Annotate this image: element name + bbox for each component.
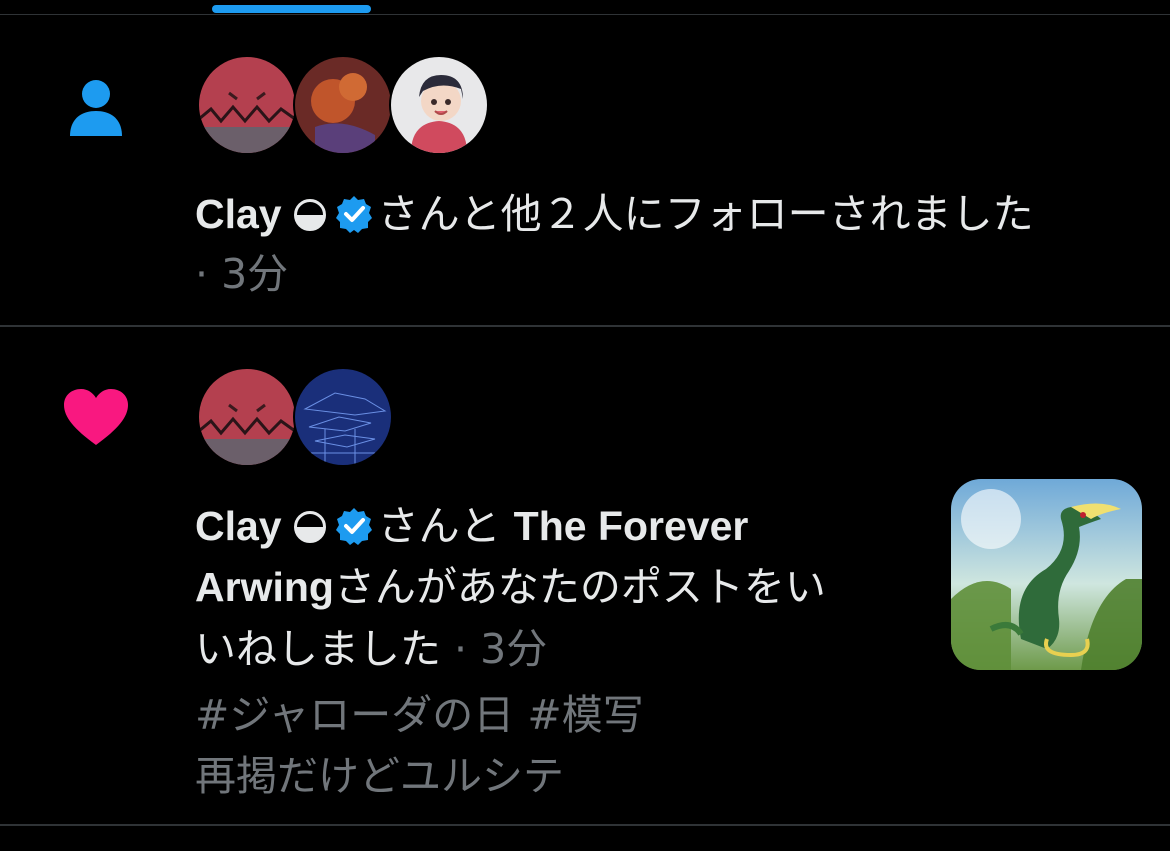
divider [0,824,1170,826]
notification-message: いねしました [195,625,441,673]
avatar[interactable] [197,367,297,467]
avatar-group [197,55,497,155]
post-text: 再掲だけどユルシテ [195,752,564,800]
verified-badge-icon [335,508,372,545]
notification-text: いねしました · 3分 [195,618,547,680]
actor-name[interactable]: Clay [195,503,282,549]
verified-badge-icon [335,196,372,233]
active-tab-indicator [212,5,371,13]
notification-text: Clay さんと他２人にフォローされました [195,183,1034,245]
half-circle-emoji [293,511,326,543]
avatar[interactable] [389,55,489,155]
avatar[interactable] [197,55,297,155]
post-hashtags[interactable]: #ジャローダの日 #模写 [195,684,644,746]
post-thumbnail[interactable] [951,479,1142,670]
notification-message: さんと [377,502,501,550]
notification-text: Arwingさんがあなたのポストをい [195,556,826,618]
notification-text: Clay さんと The Forever [195,495,748,557]
heart-icon [64,389,128,445]
timestamp: · 3分 [195,250,289,298]
avatar[interactable] [293,367,393,467]
second-actor-name[interactable]: Arwing [195,564,334,610]
notification-follow[interactable]: Clay さんと他２人にフォローされました · 3分 [0,15,1170,325]
avatar[interactable] [293,55,393,155]
timestamp: · 3分 [454,625,548,673]
second-actor-name[interactable]: The Forever [514,503,749,549]
person-icon [70,80,122,136]
half-circle-emoji [293,199,326,231]
notification-like[interactable]: Clay さんと The Forever Arwingさんがあなたのポストをい … [0,327,1170,824]
notification-message: さんと他２人にフォローされました [377,190,1034,238]
notification-message: さんがあなたのポストをい [333,563,826,611]
actor-name[interactable]: Clay [195,191,282,237]
avatar-group [197,367,397,467]
